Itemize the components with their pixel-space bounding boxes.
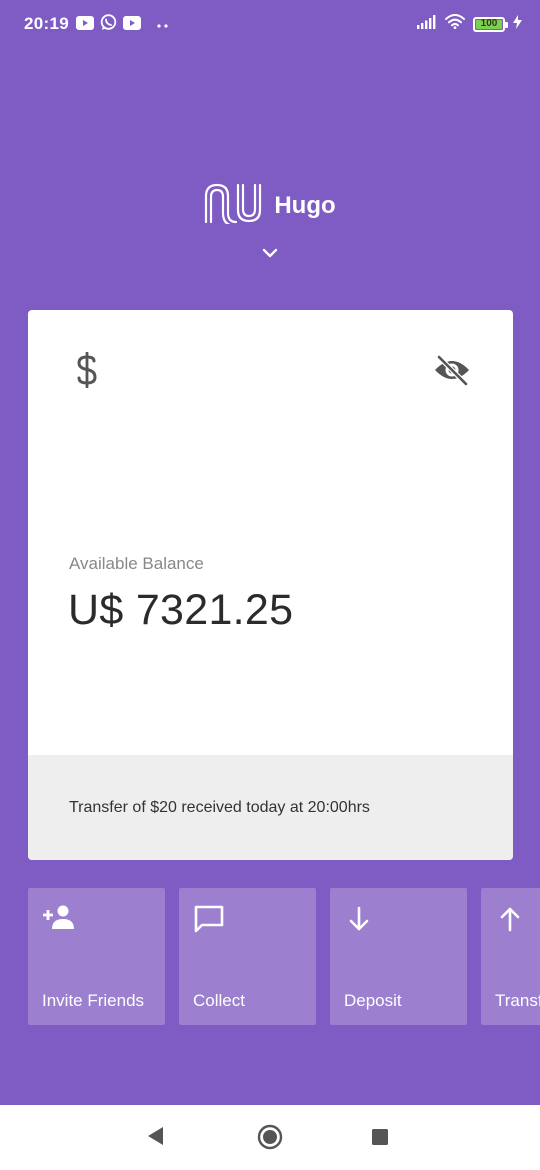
shortcut-label: Invite Friends xyxy=(42,991,145,1010)
invite-friends-button[interactable]: Invite Friends xyxy=(28,888,165,1025)
back-icon[interactable] xyxy=(146,1125,164,1152)
account-name: Hugo xyxy=(274,191,336,219)
shortcut-label: Transfer xyxy=(495,991,540,1010)
add-person-icon xyxy=(42,904,76,935)
account-header[interactable]: Hugo xyxy=(0,182,540,229)
battery-icon: 100 xyxy=(473,16,508,32)
battery-level: 100 xyxy=(480,18,498,29)
eye-off-icon[interactable] xyxy=(433,354,471,391)
dollar-icon xyxy=(76,351,98,393)
deposit-button[interactable]: Deposit xyxy=(330,888,467,1025)
shortcut-label: Collect xyxy=(193,991,245,1010)
balance-card[interactable]: Available Balance U$ 7321.25 Transfer of… xyxy=(28,310,513,860)
shortcut-label: Deposit xyxy=(344,991,402,1010)
youtube-icon xyxy=(123,15,141,35)
notification-icons xyxy=(76,14,169,36)
arrow-down-icon xyxy=(344,904,374,939)
recents-icon[interactable] xyxy=(371,1128,389,1151)
balance-label: Available Balance xyxy=(69,554,204,573)
status-bar: 20:19 100 xyxy=(0,0,540,48)
collect-button[interactable]: Collect xyxy=(179,888,316,1025)
whatsapp-icon xyxy=(100,14,117,36)
transfer-button[interactable]: Transfer xyxy=(481,888,540,1025)
shortcut-row: Invite Friends Collect Deposit Trans xyxy=(28,888,540,1025)
system-nav-bar xyxy=(0,1105,540,1170)
signal-icon xyxy=(417,14,437,34)
wifi-icon xyxy=(445,14,465,34)
charging-icon xyxy=(513,14,522,34)
footer-message: Transfer of $20 received today at 20:00h… xyxy=(69,799,370,816)
home-icon[interactable] xyxy=(257,1124,283,1155)
card-footer[interactable]: Transfer of $20 received today at 20:00h… xyxy=(28,755,513,860)
chevron-down-icon[interactable] xyxy=(260,246,280,265)
system-icons: 100 xyxy=(417,14,522,34)
status-time: 20:19 xyxy=(24,14,69,33)
app-screen: 20:19 100 Hugo Available Balance U$ 7321… xyxy=(0,0,540,1105)
chat-bubble-icon xyxy=(193,904,225,939)
nu-logo-icon xyxy=(204,182,262,229)
youtube-icon xyxy=(76,15,94,35)
balance-value: U$ 7321.25 xyxy=(68,586,294,634)
more-notifications-icon xyxy=(157,16,169,34)
arrow-up-icon xyxy=(495,904,525,939)
